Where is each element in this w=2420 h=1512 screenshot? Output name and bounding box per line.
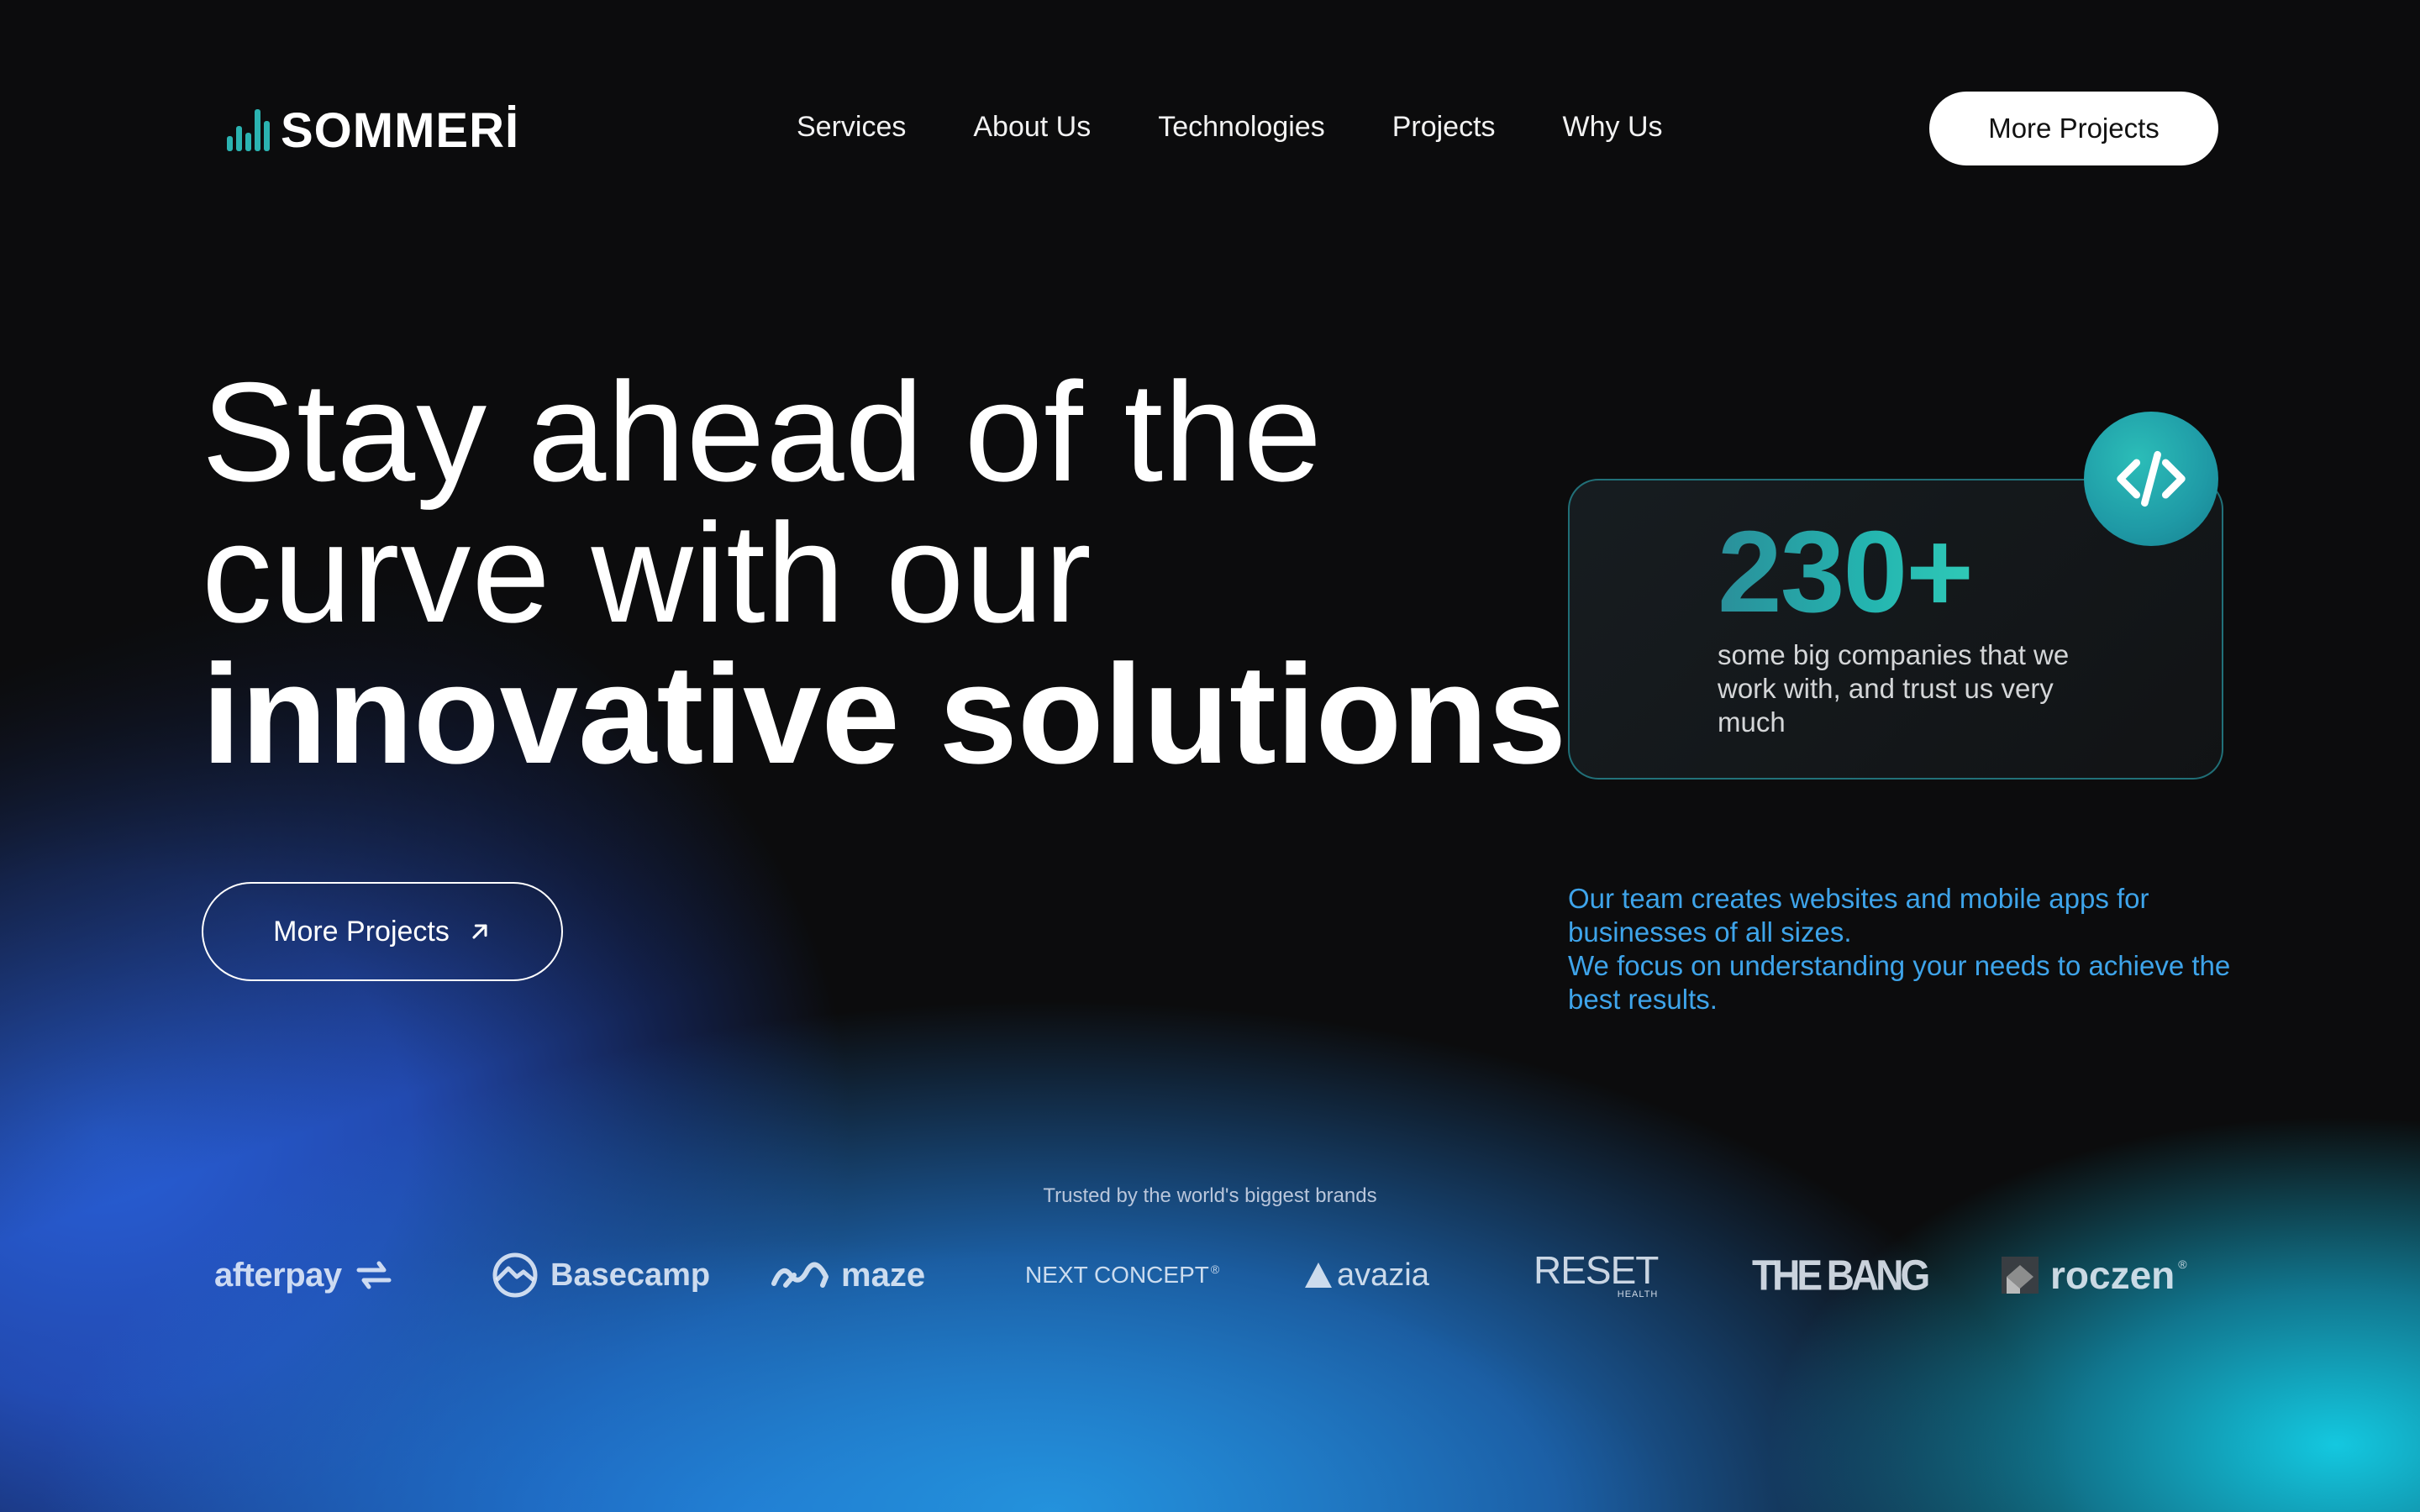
stat-description: some big companies that we work with, an…	[1718, 639, 2070, 738]
afterpay-arrows-icon	[356, 1261, 392, 1289]
hero-line-1: Stay ahead of the	[202, 353, 1323, 511]
logo-bars-icon	[227, 106, 270, 156]
team-description: Our team creates websites and mobile app…	[1568, 882, 2232, 1016]
nav-item-about-us[interactable]: About Us	[973, 111, 1091, 144]
avazia-triangle-icon	[1305, 1263, 1332, 1288]
trusted-brands-heading: Trusted by the world's biggest brands	[1043, 1184, 1377, 1207]
more-projects-nav-button[interactable]: More Projects	[1929, 92, 2218, 165]
brand-the-bang: THE BANG	[1752, 1251, 1930, 1299]
brand-logo[interactable]: SOMMERİ	[227, 102, 519, 159]
brand-logos: afterpay Basecamp maze NEXT CONCEPT ® av…	[214, 1242, 2206, 1309]
brand-afterpay: afterpay	[214, 1242, 396, 1309]
hero-headline: Stay ahead of the curve with our innovat…	[202, 361, 1566, 785]
logo-text: SOMMERİ	[281, 103, 520, 158]
more-projects-hero-button[interactable]: More Projects	[202, 882, 563, 981]
brand-roczen: roczen ®	[2000, 1242, 2187, 1309]
stat-value: 230+	[1718, 506, 1974, 639]
nav-item-projects[interactable]: Projects	[1392, 111, 1496, 144]
basecamp-mountain-icon	[492, 1252, 538, 1298]
hero-button-label: More Projects	[273, 915, 450, 948]
maze-wave-icon	[771, 1262, 829, 1288]
description-line-2: We focus on understanding your needs to …	[1568, 950, 2231, 1015]
roczen-cube-icon	[2002, 1257, 2039, 1294]
brand-next-concept: NEXT CONCEPT ®	[1025, 1262, 1220, 1288]
description-line-1: Our team creates websites and mobile app…	[1568, 883, 2149, 948]
brand-reset-health: RESET HEALTH	[1534, 1248, 1659, 1299]
arrow-up-right-icon	[472, 924, 487, 939]
brand-avazia: avazia	[1303, 1242, 1429, 1309]
code-icon	[2084, 412, 2218, 546]
hero-line-2: curve with our	[202, 494, 1092, 652]
brand-maze: maze	[769, 1242, 925, 1309]
brand-basecamp: Basecamp	[490, 1242, 710, 1309]
nav-item-services[interactable]: Services	[797, 111, 906, 144]
nav-item-technologies[interactable]: Technologies	[1158, 111, 1324, 144]
main-nav: Services About Us Technologies Projects …	[797, 111, 1663, 144]
landing-page: SOMMERİ Services About Us Technologies P…	[0, 0, 2420, 1512]
hero-line-3: innovative solutions	[202, 635, 1567, 793]
nav-item-why-us[interactable]: Why Us	[1563, 111, 1663, 144]
